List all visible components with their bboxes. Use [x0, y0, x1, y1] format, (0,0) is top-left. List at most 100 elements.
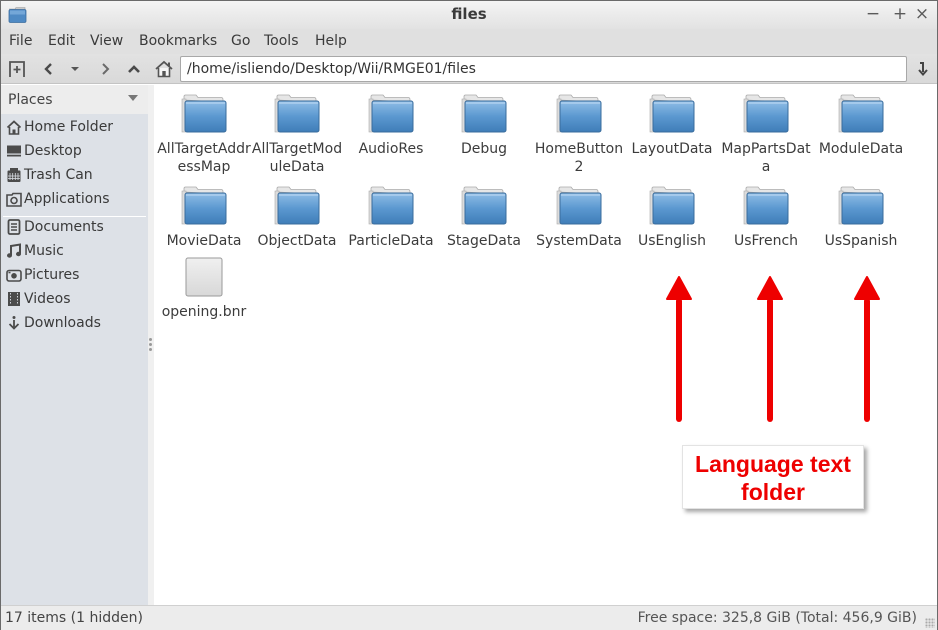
- sidebar-item-trash-can[interactable]: Trash Can: [1, 163, 146, 187]
- sidebar-item-documents[interactable]: Documents: [1, 215, 146, 239]
- title-bar: files − + ×: [1, 1, 937, 29]
- folder-icon: [743, 186, 789, 226]
- folder-item[interactable]: MapPartsData: [719, 94, 813, 176]
- documents-icon: [4, 218, 24, 236]
- places-selector[interactable]: Places: [1, 85, 148, 114]
- folder-icon: [556, 186, 602, 226]
- folder-icon: [838, 94, 884, 134]
- file-name: AllTargetAddressMap: [157, 141, 251, 175]
- places-label: Places: [8, 92, 53, 108]
- menu-go[interactable]: Go: [231, 33, 250, 49]
- close-button[interactable]: ×: [912, 4, 932, 24]
- videos-icon: [4, 290, 24, 308]
- new-tab-button[interactable]: [6, 57, 28, 81]
- forward-button[interactable]: [94, 57, 116, 81]
- menu-tools[interactable]: Tools: [264, 33, 299, 49]
- status-bar: 17 items (1 hidden) Free space: 325,8 Gi…: [1, 605, 937, 630]
- sidebar-item-label: Documents: [24, 219, 104, 235]
- minimize-button[interactable]: −: [863, 4, 883, 24]
- sidebar-item-videos[interactable]: Videos: [1, 287, 146, 311]
- folder-item[interactable]: MovieData: [157, 186, 251, 250]
- sidebar-item-music[interactable]: Music: [1, 239, 146, 263]
- folder-item[interactable]: ModuleData: [814, 94, 908, 158]
- annotation-callout: Language text folder: [682, 445, 864, 509]
- back-button[interactable]: [38, 57, 60, 81]
- folder-icon: [838, 186, 884, 226]
- folder-item[interactable]: UsFrench: [719, 186, 813, 250]
- window-title: files: [451, 5, 487, 23]
- folder-icon: [461, 94, 507, 134]
- sidebar-item-label: Music: [24, 243, 64, 259]
- splitter-grip-dot: [149, 343, 152, 346]
- file-name: UsFrench: [733, 233, 799, 249]
- file-name: SystemData: [536, 233, 622, 249]
- home-icon: [155, 60, 173, 78]
- menu-edit[interactable]: Edit: [48, 33, 75, 49]
- sidebar-item-pictures[interactable]: Pictures: [1, 263, 146, 287]
- folder-item[interactable]: ObjectData: [250, 186, 344, 250]
- home-button[interactable]: [153, 57, 175, 81]
- folder-item[interactable]: UsSpanish: [814, 186, 908, 250]
- folder-icon: [743, 94, 789, 134]
- go-button[interactable]: [912, 58, 932, 80]
- sidebar: Places Home Folder Desktop Trash Can App…: [1, 85, 148, 605]
- folder-item[interactable]: AllTargetModuleData: [250, 94, 344, 176]
- file-name: ObjectData: [257, 233, 337, 249]
- folder-icon: [274, 94, 320, 134]
- file-name: ModuleData: [818, 141, 904, 157]
- file-name: MovieData: [166, 233, 242, 249]
- menu-view[interactable]: View: [90, 33, 123, 49]
- file-manager-window: files − + × File Edit View Bookmarks Go …: [0, 0, 938, 630]
- chevron-down-icon: [128, 95, 138, 101]
- file-name: opening.bnr: [161, 304, 247, 320]
- folder-item[interactable]: LayoutData: [625, 94, 719, 158]
- folder-icon: [649, 186, 695, 226]
- folder-item[interactable]: UsEnglish: [625, 186, 719, 250]
- menu-bookmarks[interactable]: Bookmarks: [139, 33, 217, 49]
- resize-grip[interactable]: [925, 618, 935, 628]
- sidebar-item-label: Desktop: [24, 143, 82, 159]
- music-icon: [4, 242, 24, 260]
- folder-item[interactable]: AllTargetAddressMap: [157, 94, 251, 176]
- free-space-status: Free space: 325,8 GiB (Total: 456,9 GiB): [637, 610, 917, 626]
- folder-item[interactable]: Debug: [437, 94, 531, 158]
- go-icon: [918, 62, 928, 77]
- toolbar: /home/isliendo/Desktop/Wii/RMGE01/files: [1, 54, 937, 84]
- file-name: ParticleData: [348, 233, 434, 249]
- history-dropdown-icon: [71, 67, 79, 71]
- menu-file[interactable]: File: [9, 33, 32, 49]
- menu-help[interactable]: Help: [315, 33, 347, 49]
- applications-icon: [4, 190, 24, 208]
- item-count-status: 17 items (1 hidden): [5, 610, 143, 626]
- folder-item[interactable]: AudioRes: [344, 94, 438, 158]
- sidebar-item-label: Home Folder: [24, 119, 114, 135]
- sidebar-item-downloads[interactable]: Downloads: [1, 311, 146, 335]
- sidebar-item-home-folder[interactable]: Home Folder: [1, 115, 146, 139]
- sidebar-item-desktop[interactable]: Desktop: [1, 139, 146, 163]
- folder-item[interactable]: SystemData: [532, 186, 626, 250]
- annotation-text-line1: Language text: [695, 451, 851, 477]
- up-button[interactable]: [123, 57, 145, 81]
- sidebar-item-label: Pictures: [24, 267, 80, 283]
- up-icon: [128, 65, 140, 73]
- file-name: LayoutData: [631, 141, 713, 157]
- folder-icon: [368, 94, 414, 134]
- folder-icon: [461, 186, 507, 226]
- downloads-icon: [4, 314, 24, 332]
- splitter-grip-dot: [149, 348, 152, 351]
- folder-item[interactable]: ParticleData: [344, 186, 438, 250]
- file-name: UsEnglish: [637, 233, 707, 249]
- sidebar-item-applications[interactable]: Applications: [1, 187, 146, 211]
- history-dropdown-button[interactable]: [64, 57, 86, 81]
- folder-icon: [368, 186, 414, 226]
- folder-icon: [274, 186, 320, 226]
- home-icon: [4, 118, 24, 136]
- annotation-arrow-usfrench: [757, 276, 783, 422]
- file-item[interactable]: opening.bnr: [157, 257, 251, 321]
- maximize-button[interactable]: +: [890, 4, 910, 24]
- new-tab-icon: [9, 61, 25, 77]
- folder-item[interactable]: StageData: [437, 186, 531, 250]
- folder-item[interactable]: HomeButton2: [532, 94, 626, 176]
- file-name: HomeButton2: [534, 141, 624, 175]
- path-input[interactable]: /home/isliendo/Desktop/Wii/RMGE01/files: [180, 56, 907, 82]
